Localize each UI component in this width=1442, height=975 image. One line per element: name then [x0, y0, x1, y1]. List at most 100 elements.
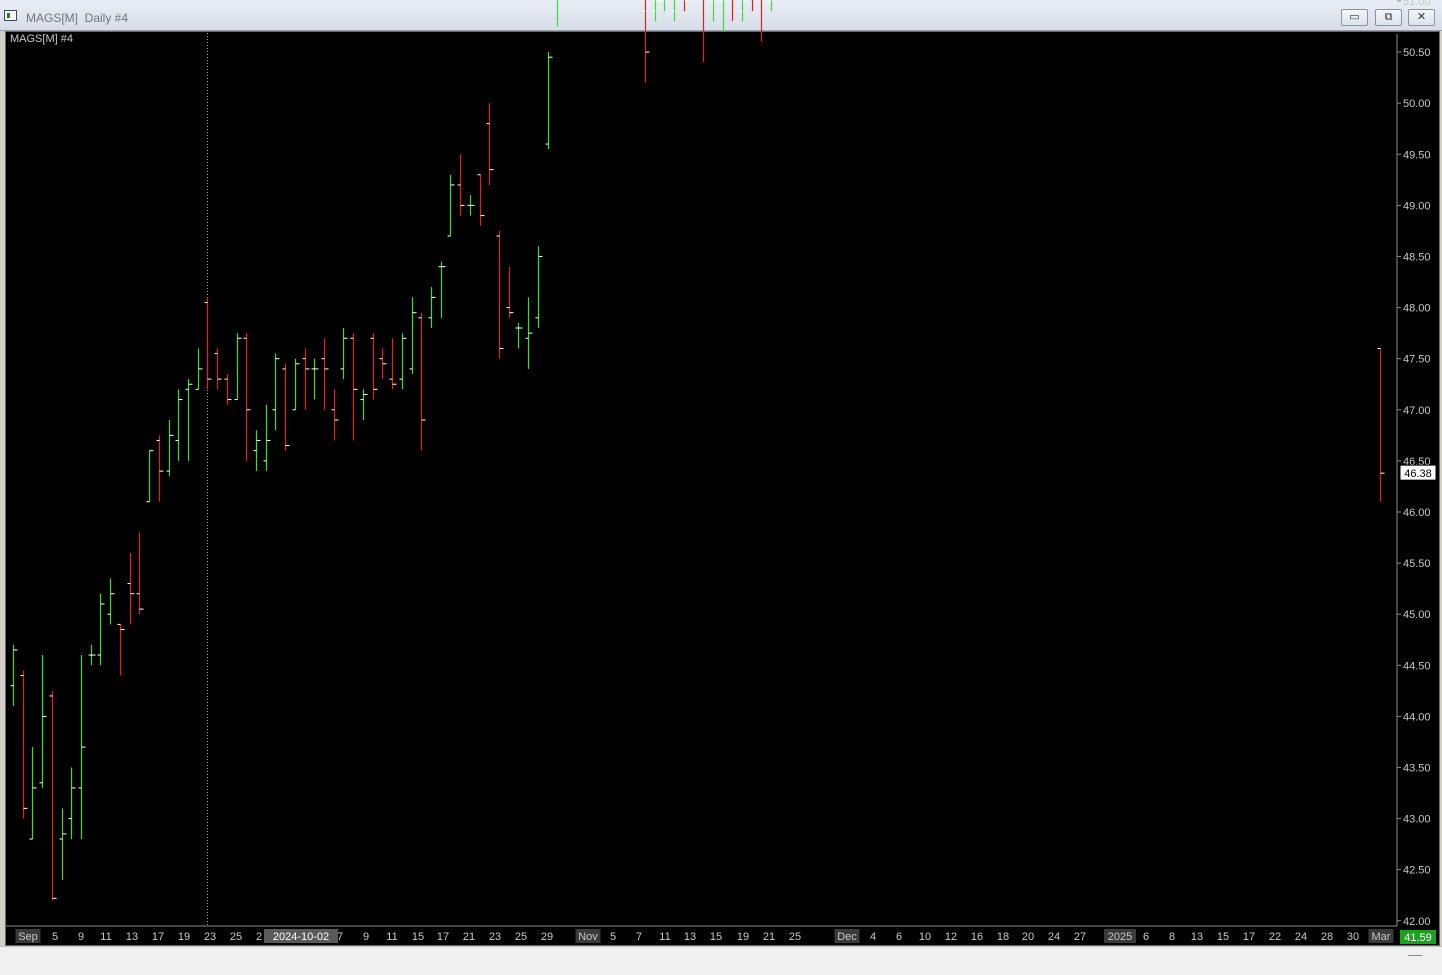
- price-chart[interactable]: 42.00 42.50 43.00 43.50 44.00 44.50 45.00 45.50…: [0, 0, 1442, 974]
- x-tick-label: 4: [870, 931, 876, 943]
- ohlc-bar: [195, 348, 203, 390]
- ohlc-bar: [88, 644, 96, 666]
- x-tick-label: 17: [437, 931, 449, 943]
- x-tick-label: 2025: [1108, 931, 1132, 943]
- corner-price-label: 41.59: [1404, 932, 1432, 944]
- crosshair-date-label: 2024-10-02: [273, 931, 329, 943]
- ohlc-bar: [751, 0, 754, 12]
- ohlc-bar: [739, 0, 747, 22]
- x-tick-label: 8: [1169, 931, 1175, 943]
- x-tick-label: 16: [971, 931, 983, 943]
- y-tick-label: 48.00: [1403, 303, 1431, 315]
- y-tick-label: 51.00: [1403, 0, 1431, 8]
- x-tick-label: 24: [1295, 931, 1307, 943]
- x-tick-label: Sep: [18, 931, 38, 943]
- x-tick-label: 23: [489, 931, 501, 943]
- ohlc-bar: [683, 0, 689, 12]
- x-tick-label: 17: [152, 931, 164, 943]
- ohlc-bar: [136, 532, 144, 615]
- resize-grip[interactable]: [1408, 955, 1422, 956]
- x-tick-label: 15: [1217, 931, 1229, 943]
- ohlc-bar: [39, 655, 47, 788]
- x-tick-label: 27: [1074, 931, 1086, 943]
- ohlc-bar: [379, 348, 387, 380]
- ohlc-bar: [671, 0, 676, 22]
- y-tick-label: 42.50: [1403, 865, 1431, 877]
- ohlc-bar: [146, 450, 154, 503]
- x-tick-label: 7: [636, 931, 642, 943]
- ohlc-bar: [243, 333, 251, 461]
- ohlc-bar: [321, 338, 329, 410]
- y-tick-label: 43.00: [1403, 814, 1431, 826]
- x-tick-label: 15: [412, 931, 424, 943]
- y-tick-label: 50.50: [1403, 47, 1431, 59]
- ohlc-bar: [10, 644, 18, 707]
- x-tick-label: 15: [710, 931, 722, 943]
- ohlc-bar: [438, 261, 446, 318]
- x-tick-label: 21: [463, 931, 475, 943]
- y-tick-label: 49.00: [1403, 200, 1431, 212]
- x-tick-label: 10: [919, 931, 931, 943]
- x-tick-label: 13: [1191, 931, 1203, 943]
- ohlc-bar: [360, 389, 368, 420]
- y-tick-label: 44.50: [1403, 660, 1431, 672]
- ohlc-bar: [515, 322, 523, 349]
- ohlc-bar: [166, 420, 174, 477]
- y-tick-label: 49.50: [1403, 149, 1431, 161]
- x-tick-label: 6: [896, 931, 902, 943]
- ohlc-bar: [302, 348, 310, 410]
- ohlc-bar: [1377, 347, 1385, 502]
- x-tick-label: 13: [126, 931, 138, 943]
- x-tick-label: 30: [1347, 931, 1359, 943]
- y-tick-label: 45.00: [1403, 609, 1431, 621]
- ohlc-bar: [311, 358, 319, 400]
- y-tick-label: 45.50: [1403, 558, 1431, 570]
- ohlc-bar: [457, 154, 465, 216]
- x-tick-label: 19: [178, 931, 190, 943]
- x-tick-label: 24: [1048, 931, 1060, 943]
- ohlc-bar: [554, 0, 559, 27]
- ohlc-bar: [768, 0, 773, 12]
- ohlc-bar: [506, 266, 514, 318]
- ohlc-bar: [78, 655, 86, 840]
- status-bar: [0, 946, 1442, 975]
- ohlc-bar: [185, 379, 193, 461]
- x-tick-label: Mar: [1372, 931, 1391, 943]
- ohlc-bar: [263, 404, 271, 472]
- ohlc-bar: [467, 195, 475, 216]
- ohlc-bar: [282, 363, 290, 451]
- x-tick-label: 20: [1022, 931, 1034, 943]
- ohlc-bar: [97, 593, 105, 666]
- y-tick-label: 47.00: [1403, 405, 1431, 417]
- x-tick-label: 5: [52, 931, 58, 943]
- y-tick-label: 43.50: [1403, 762, 1431, 774]
- ohlc-bar: [642, 0, 650, 83]
- y-tick-label: 50.00: [1403, 98, 1431, 110]
- ohlc-bar: [331, 389, 339, 441]
- ohlc-bar: [535, 246, 543, 329]
- ohlc-bar: [652, 0, 660, 22]
- x-tick-label: 2: [256, 931, 262, 943]
- ohlc-bar: [370, 333, 378, 400]
- x-tick-label: 25: [230, 931, 242, 943]
- x-tick-label: Nov: [578, 931, 598, 943]
- ohlc-bar: [447, 174, 455, 237]
- ohlc-bar: [204, 297, 212, 390]
- last-price-label: 46.38: [1404, 468, 1432, 480]
- ohlc-bar: [477, 174, 485, 226]
- ohlc-bar: [661, 0, 666, 12]
- ohlc-bar: [253, 430, 261, 472]
- ohlc-bar: [272, 353, 280, 431]
- x-tick-label: Dec: [837, 931, 857, 943]
- ohlc-bar: [59, 808, 67, 880]
- x-tick-label: 5: [610, 931, 616, 943]
- ohlc-bar: [486, 103, 494, 185]
- ohlc-bar: [224, 374, 232, 405]
- ohlc-bar: [720, 0, 725, 32]
- ohlc-bar: [117, 623, 125, 676]
- ohlc-bar: [409, 297, 417, 375]
- ohlc-bar: [702, 0, 705, 63]
- x-tick-label: 19: [737, 931, 749, 943]
- ohlc-bar: [29, 747, 37, 840]
- x-tick-label: 25: [789, 931, 801, 943]
